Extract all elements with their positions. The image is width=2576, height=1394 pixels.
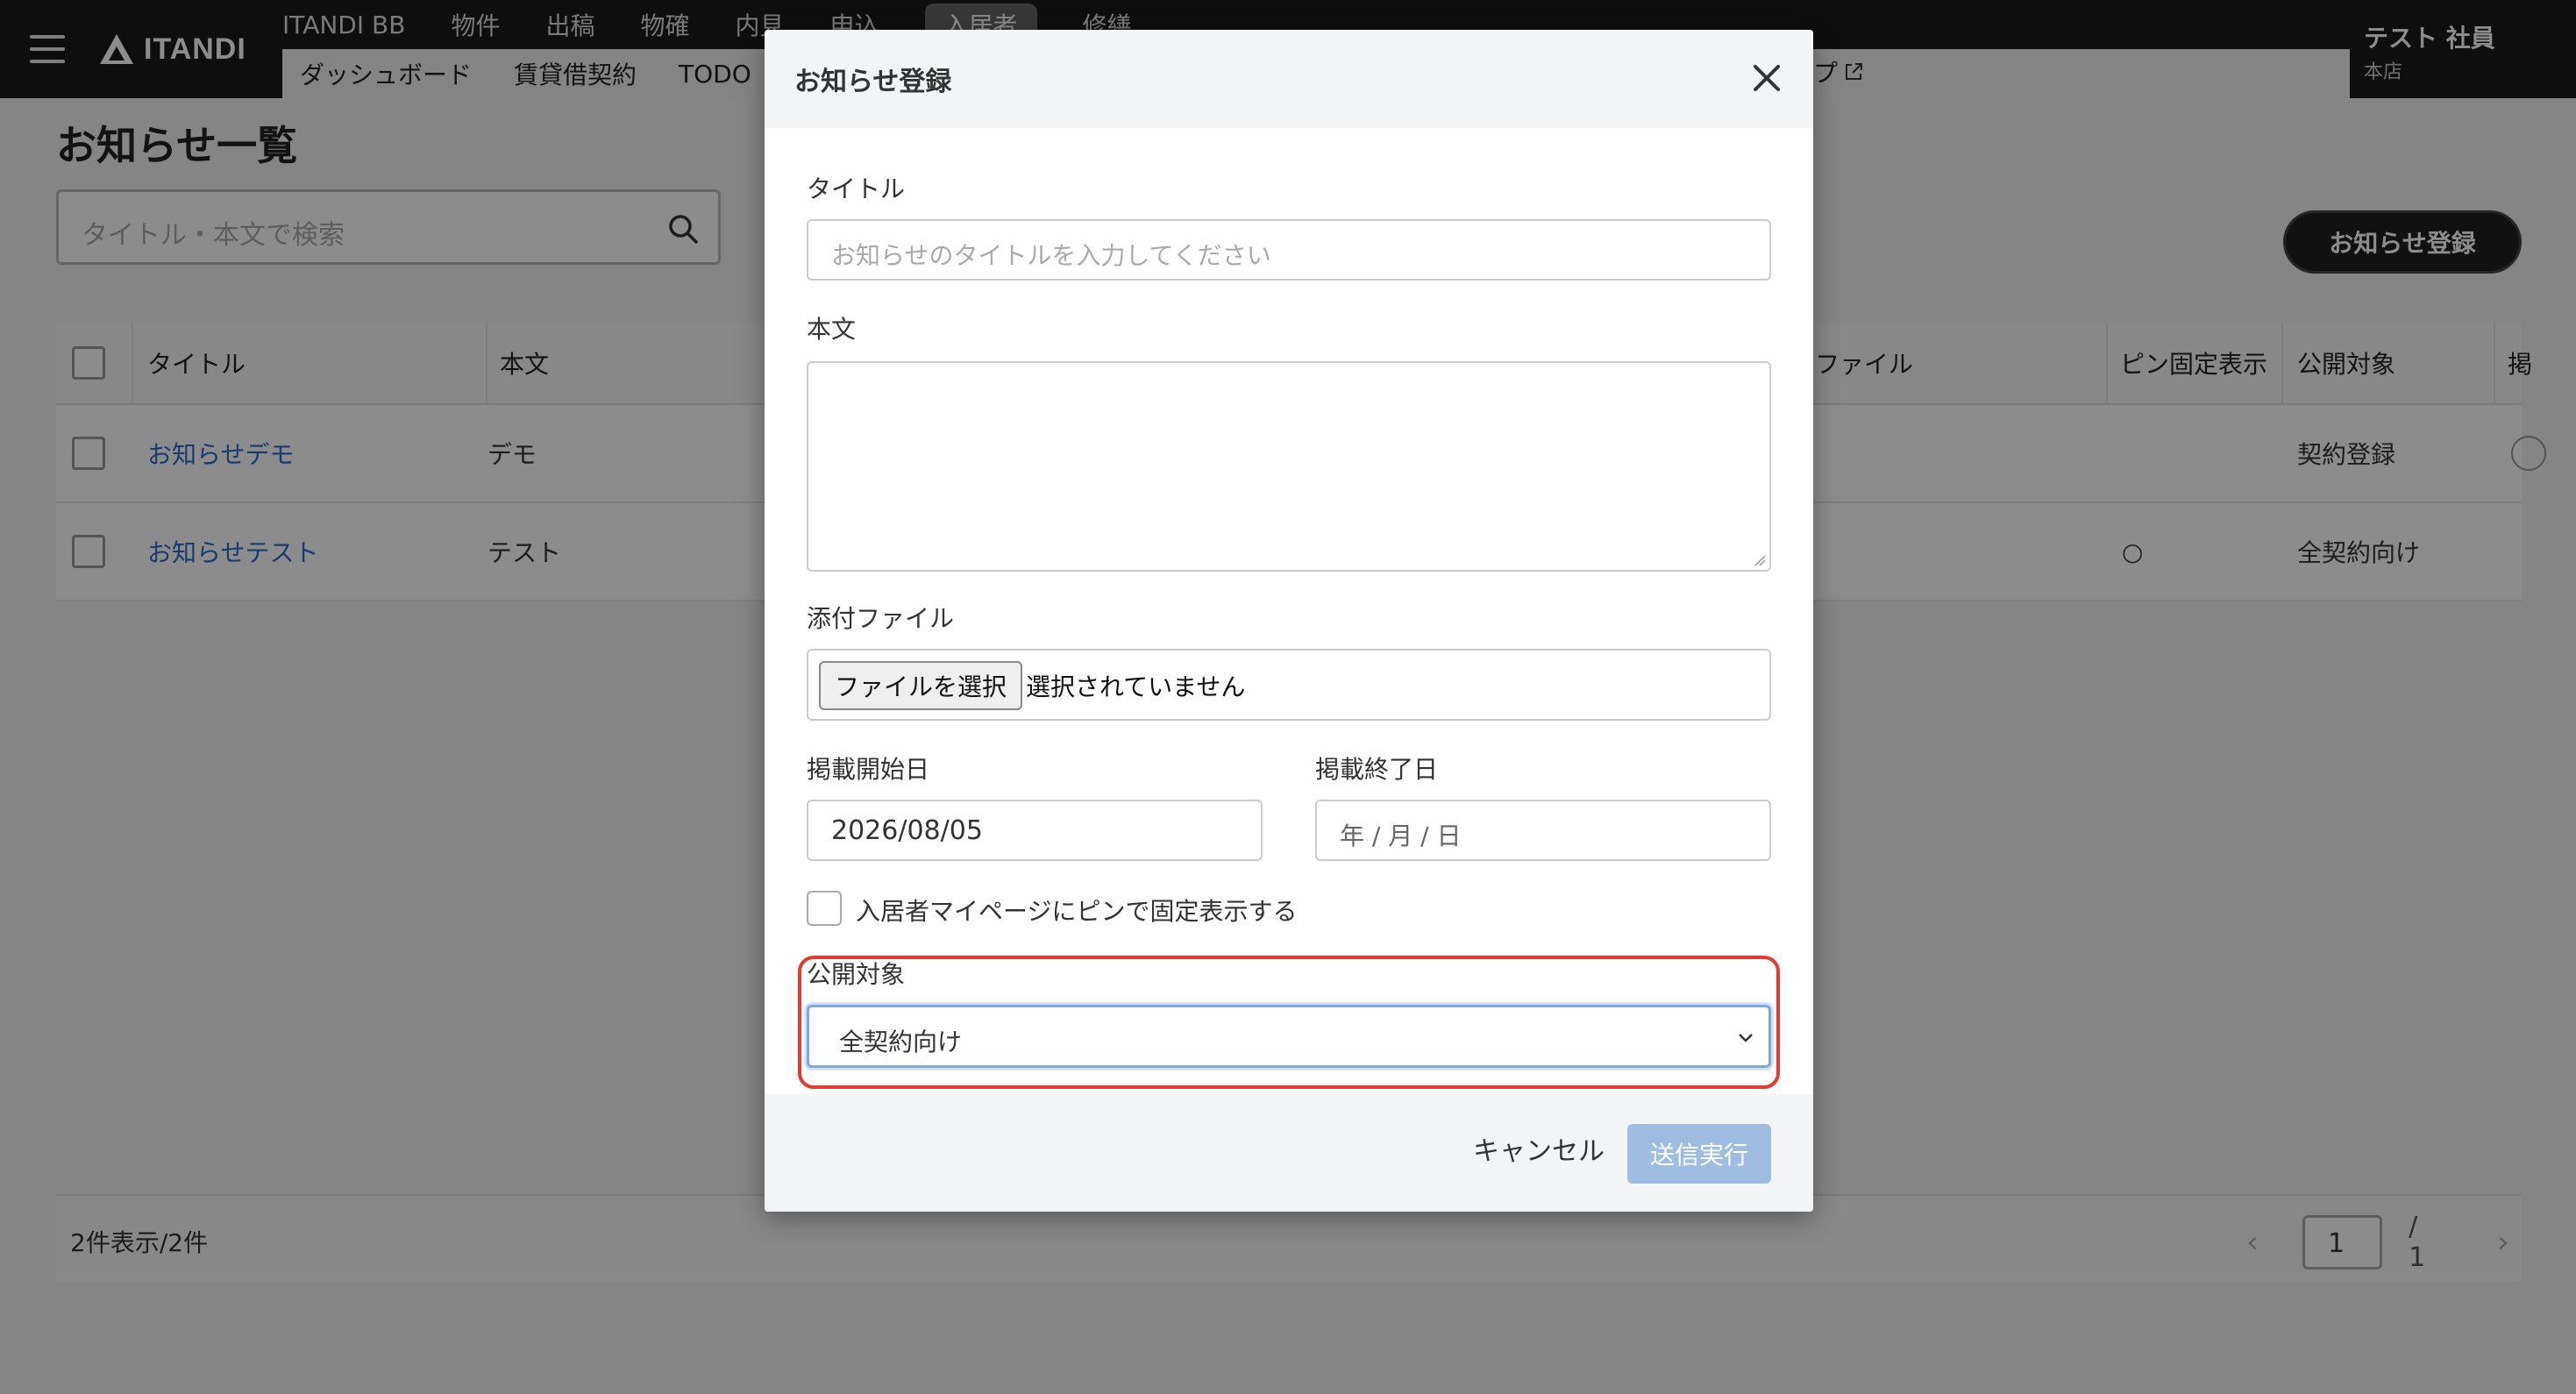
modal-title: お知らせ登録 xyxy=(794,67,952,97)
body-label: 本文 xyxy=(807,315,857,344)
start-date-value: 2026/08/05 xyxy=(831,815,983,846)
title-label: タイトル xyxy=(807,174,906,203)
submit-button[interactable]: 送信実行 xyxy=(1627,1124,1771,1184)
file-input[interactable]: ファイルを選択 選択されていません xyxy=(807,649,1771,721)
body-textarea[interactable] xyxy=(807,361,1771,572)
choose-file-button[interactable]: ファイルを選択 xyxy=(819,661,1023,710)
close-icon[interactable] xyxy=(1750,61,1783,95)
cancel-button[interactable]: キャンセル xyxy=(1466,1120,1612,1177)
target-select[interactable]: 全契約向け xyxy=(807,1005,1771,1068)
end-date-placeholder: 年 / 月 / 日 xyxy=(1340,821,1462,850)
title-input[interactable]: お知らせのタイトルを入力してください xyxy=(807,219,1771,281)
target-selected-value: 全契約向け xyxy=(839,1028,963,1056)
attachment-label: 添付ファイル xyxy=(807,604,955,633)
pin-checkbox[interactable] xyxy=(807,891,842,926)
end-date-input[interactable]: 年 / 月 / 日 xyxy=(1315,800,1771,861)
pin-checkbox-label[interactable]: 入居者マイページにピンで固定表示する xyxy=(856,893,1297,928)
start-date-label: 掲載開始日 xyxy=(807,755,930,784)
title-placeholder: お知らせのタイトルを入力してください xyxy=(831,241,1271,270)
start-date-input[interactable]: 2026/08/05 xyxy=(807,800,1263,861)
chevron-down-icon xyxy=(1739,1034,1753,1042)
file-status: 選択されていません xyxy=(1026,672,1246,701)
end-date-label: 掲載終了日 xyxy=(1315,755,1439,784)
resize-handle-icon[interactable] xyxy=(1752,552,1766,566)
notice-register-modal: お知らせ登録 タイトル お知らせのタイトルを入力してください 本文 添付ファイル… xyxy=(765,30,1813,1212)
target-label: 公開対象 xyxy=(807,960,906,989)
modal-header: お知らせ登録 xyxy=(765,30,1813,128)
